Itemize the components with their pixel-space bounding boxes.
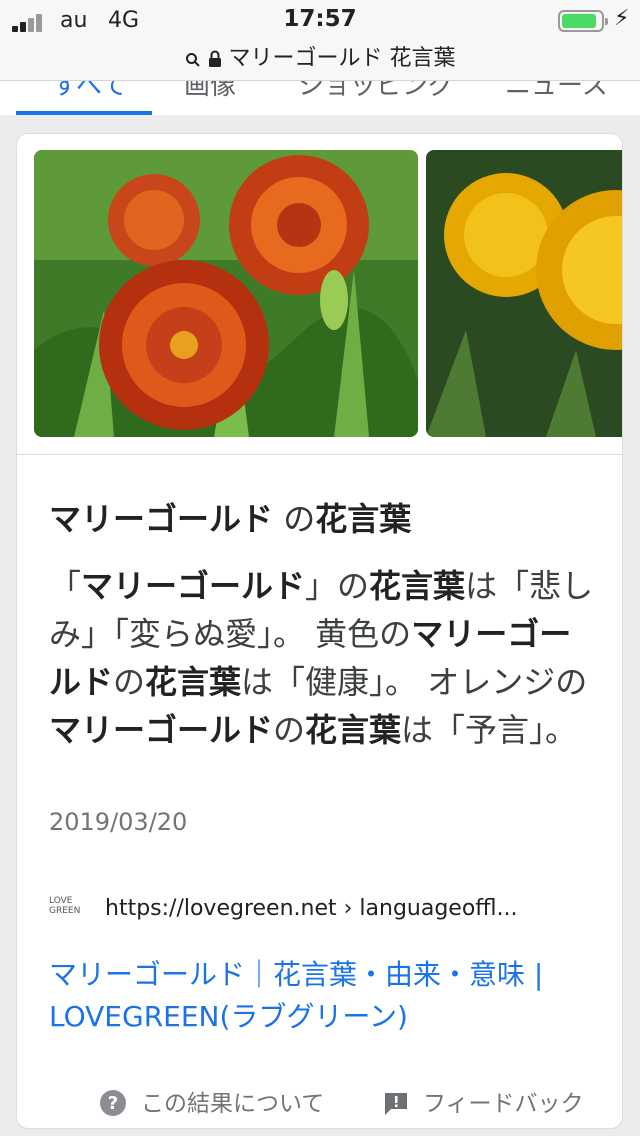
snippet-text: の bbox=[273, 711, 306, 749]
address-bar[interactable]: マリーゴールド 花言葉 bbox=[0, 40, 640, 72]
marigold-yellow-image[interactable] bbox=[426, 150, 622, 437]
snippet-highlight: マリーゴールド bbox=[49, 711, 274, 749]
svg-text:?: ? bbox=[108, 1093, 118, 1114]
result-title: マリーゴールド の花言葉 bbox=[49, 500, 412, 538]
snippet-text: 」の bbox=[305, 567, 370, 605]
feedback-label: フィードバック bbox=[423, 1091, 584, 1117]
result-card: マリーゴールド の花言葉 「マリーゴールド」の花言葉は「悲しみ」「変らぬ愛」。 … bbox=[16, 133, 623, 1129]
snippet-text: 「 bbox=[49, 567, 82, 605]
snippet-highlight: 花言葉 bbox=[305, 711, 402, 749]
lovegreen-favicon: LOVE GREEN bbox=[49, 896, 81, 916]
search-tabs: すべて 画像 ショッピング ニュース bbox=[0, 81, 640, 115]
snippet-highlight: 花言葉 bbox=[145, 663, 242, 701]
clock: 17:57 bbox=[283, 6, 357, 32]
url-text: マリーゴールド 花言葉 bbox=[228, 46, 456, 71]
result-snippet: 「マリーゴールド」の花言葉は「悲しみ」「変らぬ愛」。 黄色のマリーゴールドの花言… bbox=[49, 562, 599, 754]
result-date: 2019/03/20 bbox=[49, 808, 188, 836]
tab-shopping[interactable]: ショッピング bbox=[298, 81, 454, 102]
snippet-text: は「予言」。 bbox=[401, 711, 578, 749]
status-bar: au 4G 17:57 ⚡ マリーゴールド 花言葉 bbox=[0, 0, 640, 81]
search-icon bbox=[185, 53, 200, 67]
tab-images[interactable]: 画像 bbox=[184, 81, 236, 102]
feedback-icon bbox=[385, 1093, 407, 1115]
result-link[interactable]: マリーゴールド｜花言葉・由来・意味 | LOVEGREEN(ラブグリーン) bbox=[49, 954, 609, 1038]
about-label: この結果について bbox=[141, 1091, 325, 1117]
snippet-text: の bbox=[113, 663, 146, 701]
marigold-orange-image[interactable] bbox=[34, 150, 418, 437]
source-url[interactable]: https://lovegreen.net › languageoffl... bbox=[105, 896, 518, 921]
snippet-highlight: 花言葉 bbox=[369, 567, 466, 605]
snippet-text: は「健康」。 オレンジの bbox=[241, 663, 588, 701]
feedback-button[interactable]: フィードバック bbox=[383, 1084, 584, 1118]
charging-bolt-icon: ⚡ bbox=[614, 6, 630, 31]
tab-all[interactable]: すべて bbox=[52, 81, 127, 102]
snippet-highlight: マリーゴールド bbox=[81, 567, 306, 605]
battery-icon bbox=[558, 10, 608, 32]
tab-news[interactable]: ニュース bbox=[505, 81, 608, 102]
about-result-button[interactable]: ? この結果について bbox=[99, 1084, 324, 1118]
divider bbox=[17, 454, 622, 455]
lock-icon bbox=[208, 50, 221, 67]
active-tab-indicator bbox=[16, 111, 152, 115]
help-icon: ? bbox=[100, 1090, 126, 1116]
